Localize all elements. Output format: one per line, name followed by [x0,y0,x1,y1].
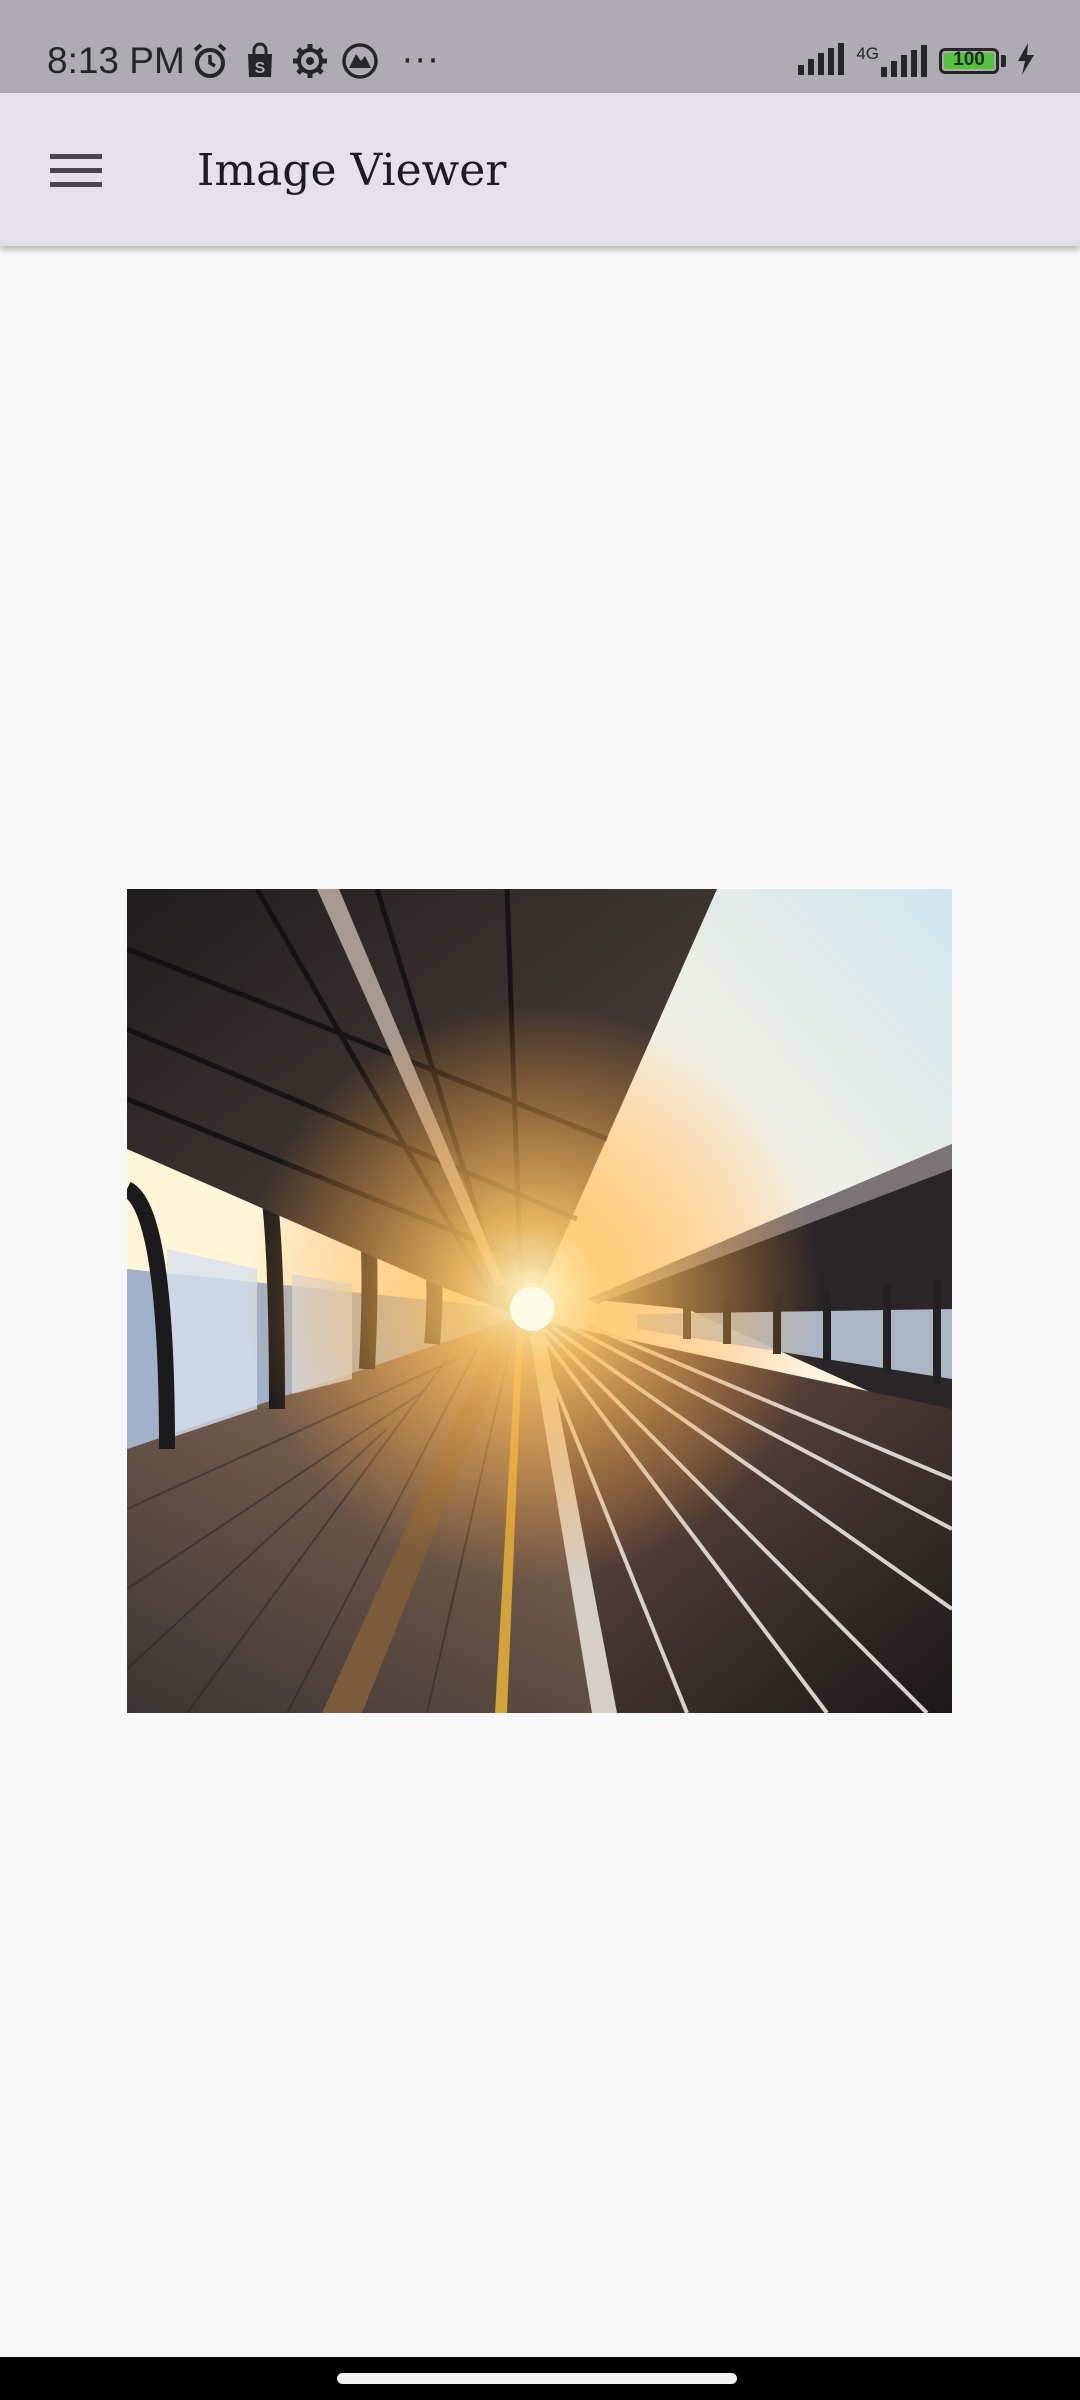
photo-illustration [127,889,952,1713]
shopping-bag-icon: S [240,41,280,81]
menu-button[interactable] [40,135,112,207]
svg-text:S: S [255,60,266,77]
alarm-icon [190,41,230,81]
game-icon [340,41,380,81]
app-bar: Image Viewer [0,93,1080,246]
navigation-bar [0,2357,1080,2400]
status-bar: 8:13 PM S ··· 4G 100 [0,0,1080,93]
home-gesture-handle[interactable] [337,2373,737,2384]
network-4g-icon: 4G [856,45,929,77]
battery-cap [1001,55,1006,67]
battery-icon: 100 [939,48,999,74]
settings-icon [290,41,330,81]
page-title: Image Viewer [197,145,507,196]
charging-bolt-icon [1016,43,1036,79]
signal-icon [798,43,846,79]
status-icons-left: S ··· [190,38,440,84]
battery-level: 100 [953,49,985,70]
more-notifications-icon: ··· [402,41,441,81]
network-label: 4G [856,44,879,63]
status-icons-right: 4G 100 [798,38,1036,84]
hamburger-menu-icon [50,154,102,187]
train-station-photo[interactable] [127,889,952,1713]
status-time: 8:13 PM [47,40,185,81]
